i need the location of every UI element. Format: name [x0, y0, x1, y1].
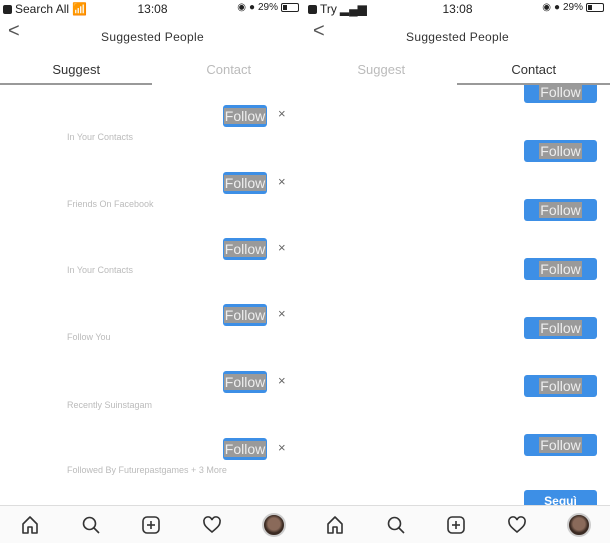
follow-button[interactable]: Follow: [223, 371, 267, 393]
dismiss-button[interactable]: ×: [278, 174, 286, 189]
battery-percent: 29%: [257, 2, 278, 13]
tab-suggest[interactable]: Suggest: [0, 56, 153, 85]
suggestion-reason: Followed By Futurepastgames + 3 More: [67, 465, 227, 475]
follow-button[interactable]: Follow: [524, 85, 597, 103]
add-post-icon[interactable]: [140, 514, 162, 536]
header: < Suggested People: [0, 18, 305, 56]
dismiss-button[interactable]: ×: [278, 440, 286, 455]
battery-icon: [586, 3, 604, 12]
list-item: Follow × In Your Contacts: [0, 85, 305, 151]
lock-icon: ◉: [237, 2, 246, 13]
suggestion-list: Follow × In Your Contacts Follow × Frien…: [0, 85, 305, 506]
status-bar: Try ▂▄▆ 13:08 ◉ ● 29%: [305, 0, 610, 18]
follow-button[interactable]: Follow: [524, 317, 597, 339]
bottom-nav: [305, 505, 610, 543]
add-post-icon[interactable]: [445, 514, 467, 536]
follow-button[interactable]: Follow: [524, 199, 597, 221]
search-icon[interactable]: [80, 514, 102, 536]
page-title: Suggested People: [406, 30, 509, 44]
tab-suggest[interactable]: Suggest: [305, 56, 458, 85]
dismiss-button[interactable]: ×: [278, 106, 286, 121]
contact-screen: Try ▂▄▆ 13:08 ◉ ● 29% < Suggested People Su…: [305, 0, 610, 543]
activity-heart-icon[interactable]: [506, 514, 528, 536]
follow-button[interactable]: Follow: [223, 238, 267, 260]
alarm-icon: ●: [248, 2, 255, 13]
dismiss-button[interactable]: ×: [278, 306, 286, 321]
follow-button[interactable]: Follow: [223, 438, 267, 460]
list-item: Follow × Followed By Futurepastgames + 3…: [0, 415, 305, 481]
profile-avatar[interactable]: [566, 512, 591, 537]
activity-heart-icon[interactable]: [201, 514, 223, 536]
page-title: Suggested People: [101, 30, 204, 44]
profile-avatar[interactable]: [261, 512, 286, 537]
dismiss-button[interactable]: ×: [278, 373, 286, 388]
list-item: Follow × Friends On Facebook: [0, 151, 305, 217]
tab-contact[interactable]: Contact: [458, 56, 610, 85]
battery-icon: [281, 3, 299, 12]
suggestion-reason: Follow You: [67, 332, 111, 342]
tab-contact[interactable]: Contact: [153, 56, 306, 85]
alarm-icon: ●: [553, 2, 560, 13]
follow-button[interactable]: Follow: [223, 105, 267, 127]
tab-bar: Suggest Contact: [305, 56, 610, 85]
follow-button[interactable]: Follow: [223, 172, 267, 194]
suggestion-reason: Friends On Facebook: [67, 199, 154, 209]
battery-percent: 29%: [562, 2, 583, 13]
home-icon[interactable]: [324, 514, 346, 536]
follow-button[interactable]: Seguì: [524, 490, 597, 506]
home-icon[interactable]: [19, 514, 41, 536]
bottom-nav: [0, 505, 305, 543]
follow-button[interactable]: Follow: [524, 140, 597, 162]
follow-button[interactable]: Follow: [524, 258, 597, 280]
follow-button[interactable]: Follow: [524, 375, 597, 397]
status-bar: Search All 📶 13:08 ◉ ● 29%: [0, 0, 305, 18]
follow-button[interactable]: Follow: [524, 434, 597, 456]
suggestion-reason: In Your Contacts: [67, 265, 134, 275]
search-icon[interactable]: [385, 514, 407, 536]
follow-button[interactable]: Follow: [223, 304, 267, 326]
lock-icon: ◉: [542, 2, 551, 13]
suggest-screen: Search All 📶 13:08 ◉ ● 29% < Suggested Peop…: [0, 0, 305, 543]
suggestion-reason: Recently Suinstagam: [67, 400, 153, 410]
list-item: Follow × In Your Contacts: [0, 217, 305, 283]
dismiss-button[interactable]: ×: [278, 240, 286, 255]
suggestion-reason: In Your Contacts: [67, 132, 134, 142]
list-item: Follow × Recently Suinstagam: [0, 349, 305, 415]
header: < Suggested People: [305, 18, 610, 56]
tab-bar: Suggest Contact: [0, 56, 305, 85]
contact-list: Follow Follow Follow Follow Follow Follo…: [305, 85, 610, 506]
list-item: Follow × Follow You: [0, 283, 305, 349]
